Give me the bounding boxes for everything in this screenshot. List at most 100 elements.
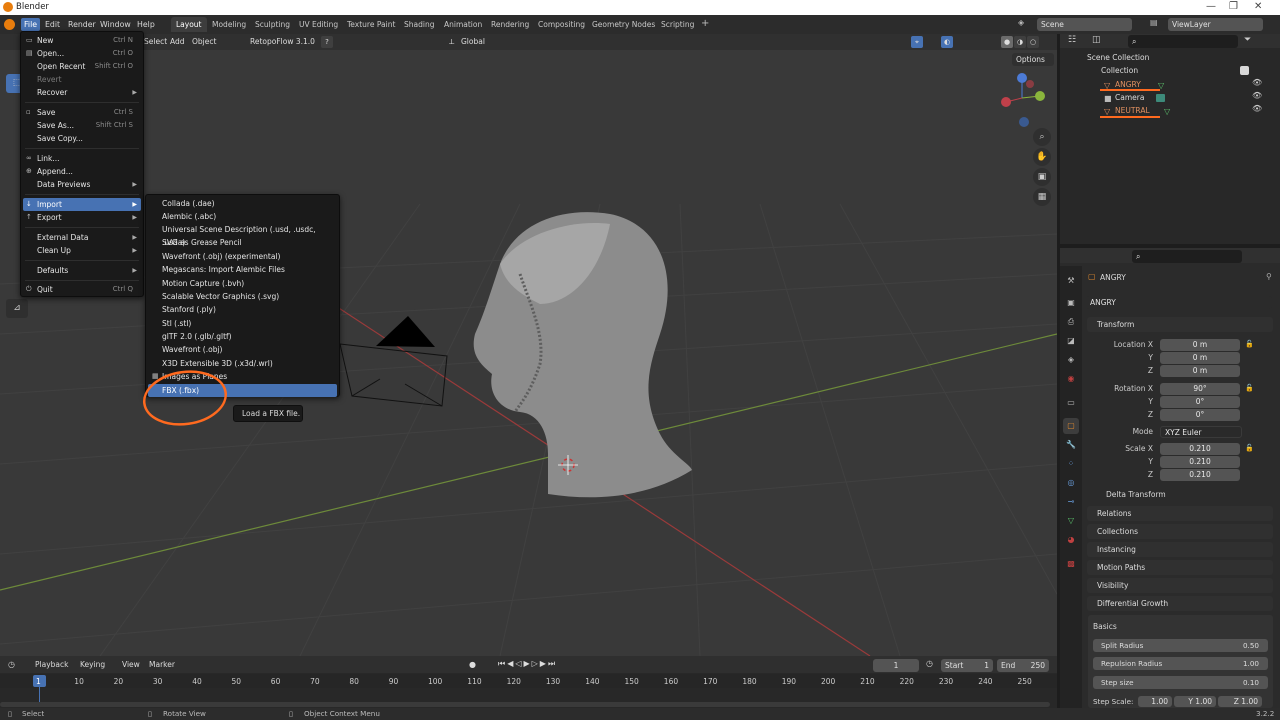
properties-search-input[interactable]: ⌕ xyxy=(1132,250,1242,263)
view-layer-field[interactable]: ViewLayer xyxy=(1168,18,1263,31)
step-size-slider[interactable]: Step size 0.10 xyxy=(1093,676,1268,689)
particles-tab-icon[interactable]: ⁘ xyxy=(1063,456,1079,472)
panel-delta-transform[interactable]: Delta Transform xyxy=(1106,490,1166,499)
import-gltf[interactable]: glTF 2.0 (.glb/.gltf) xyxy=(148,330,337,343)
import-usd[interactable]: Universal Scene Description (.usd, .usdc… xyxy=(148,223,337,247)
orientation-dropdown[interactable]: Global xyxy=(461,37,485,47)
gizmo-toggle-icon[interactable]: ⌖ xyxy=(911,36,923,48)
record-icon[interactable]: ● xyxy=(469,660,476,669)
playback-controls[interactable]: ⏮◀◁▶▷▶⏭ xyxy=(498,659,557,669)
visibility-eye-icon[interactable]: 👁 xyxy=(1252,78,1262,87)
panel-collections[interactable]: Collections xyxy=(1087,524,1273,539)
import-obj-experimental[interactable]: Wavefront (.obj) (experimental) xyxy=(148,250,337,263)
rendered-shading-icon[interactable]: ○ xyxy=(1027,36,1039,48)
panel-differential-growth[interactable]: Differential Growth xyxy=(1087,596,1273,611)
lock-icon[interactable]: 🔓 xyxy=(1245,384,1254,392)
camera-view-icon[interactable]: ▣ xyxy=(1033,168,1051,186)
menu-file[interactable]: File xyxy=(21,18,41,31)
current-frame-field[interactable]: 1 xyxy=(873,659,919,672)
add-menu[interactable]: Add xyxy=(170,37,185,47)
solid-shading-icon[interactable]: ● xyxy=(1001,36,1013,48)
rotation-y-field[interactable]: 0° xyxy=(1160,396,1240,408)
location-y-field[interactable]: 0 m xyxy=(1160,352,1240,364)
object-menu[interactable]: Object xyxy=(192,37,216,47)
lock-icon[interactable]: 🔓 xyxy=(1245,444,1254,452)
tab-uv-editing[interactable]: UV Editing xyxy=(294,17,343,32)
tab-sculpting[interactable]: Sculpting xyxy=(250,17,295,32)
panel-relations[interactable]: Relations xyxy=(1087,506,1273,521)
material-shading-icon[interactable]: ◑ xyxy=(1014,36,1026,48)
tab-layout[interactable]: Layout xyxy=(171,17,207,32)
rotation-x-field[interactable]: 90° xyxy=(1160,383,1240,395)
outliner-scene-collection[interactable]: Scene Collection xyxy=(1060,51,1280,64)
head-mesh[interactable] xyxy=(473,212,692,498)
menu-item-save-copy[interactable]: Save Copy... xyxy=(23,132,141,145)
menu-item-export[interactable]: ↑ Export ▶ xyxy=(23,211,141,224)
timeline-scrollbar[interactable] xyxy=(0,702,1050,707)
zoom-icon[interactable]: ⌕ xyxy=(1033,128,1051,146)
tab-scripting[interactable]: Scripting xyxy=(656,17,699,32)
measure-tool-icon[interactable]: ⊿ xyxy=(6,299,28,318)
maximize-icon[interactable]: ❐ xyxy=(1229,1,1238,12)
visibility-eye-icon[interactable]: 👁 xyxy=(1252,104,1262,113)
view-layer-tab-icon[interactable]: ◪ xyxy=(1063,333,1079,349)
tab-rendering[interactable]: Rendering xyxy=(486,17,534,32)
outliner-search-input[interactable]: ⌕ xyxy=(1128,35,1238,48)
visibility-eye-icon[interactable]: 👁 xyxy=(1252,91,1262,100)
tool-tab-icon[interactable]: ⚒ xyxy=(1063,273,1079,289)
material-tab-icon[interactable]: ◕ xyxy=(1063,532,1079,548)
marker-menu[interactable]: Marker xyxy=(149,660,175,670)
scene-field[interactable]: Scene xyxy=(1037,18,1132,31)
panel-visibility[interactable]: Visibility xyxy=(1087,578,1273,593)
import-stl[interactable]: Stl (.stl) xyxy=(148,317,337,330)
menu-item-quit[interactable]: ⏻ Quit Ctrl Q xyxy=(23,283,141,296)
tab-compositing[interactable]: Compositing xyxy=(533,17,590,32)
retopoflow-menu[interactable]: RetopoFlow 3.1.0 xyxy=(250,37,315,47)
close-icon[interactable]: ✕ xyxy=(1254,1,1262,12)
split-radius-slider[interactable]: Split Radius 0.50 xyxy=(1093,639,1268,652)
tab-geometry-nodes[interactable]: Geometry Nodes xyxy=(587,17,660,32)
panel-instancing[interactable]: Instancing xyxy=(1087,542,1273,557)
panel-transform[interactable]: Transform xyxy=(1087,317,1273,332)
import-svg-grease-pencil[interactable]: SVG as Grease Pencil xyxy=(148,236,337,249)
camera-object[interactable] xyxy=(339,316,448,407)
object-name-field[interactable]: ANGRY xyxy=(1086,296,1272,309)
modifier-tab-icon[interactable]: 🔧 xyxy=(1063,437,1079,453)
outliner-item-angry[interactable]: ANGRY xyxy=(1060,78,1280,91)
tab-texture-paint[interactable]: Texture Paint xyxy=(342,17,400,32)
menu-item-open-recent[interactable]: Open Recent Shift Ctrl O xyxy=(23,60,141,73)
import-obj[interactable]: Wavefront (.obj) xyxy=(148,343,337,356)
timeline-editor-icon[interactable]: ◷ xyxy=(8,660,15,669)
filter-icon[interactable]: ⏷ xyxy=(1244,35,1251,45)
data-tab-icon[interactable]: ▽ xyxy=(1063,513,1079,529)
tab-modeling[interactable]: Modeling xyxy=(207,17,251,32)
grid-view-icon[interactable]: ▦ xyxy=(1033,188,1051,206)
scale-z-field[interactable]: 0.210 xyxy=(1160,469,1240,481)
pin-icon[interactable]: ⚲ xyxy=(1266,272,1272,281)
collection-tab-icon[interactable]: ▭ xyxy=(1063,395,1079,411)
keying-menu[interactable]: Keying xyxy=(80,660,105,670)
location-x-field[interactable]: 0 m xyxy=(1160,339,1240,351)
start-frame-field[interactable]: Start 1 xyxy=(941,659,993,672)
import-alembic[interactable]: Alembic (.abc) xyxy=(148,210,337,223)
scene-tab-icon[interactable]: ◈ xyxy=(1063,352,1079,368)
location-z-field[interactable]: 0 m xyxy=(1160,365,1240,377)
menu-item-data-previews[interactable]: Data Previews ▶ xyxy=(23,178,141,191)
help-icon[interactable]: ? xyxy=(321,36,333,48)
add-workspace-icon[interactable]: + xyxy=(701,18,709,29)
scene-icon[interactable]: ◈ xyxy=(1018,18,1024,27)
pan-hand-icon[interactable]: ✋ xyxy=(1033,148,1051,166)
display-mode-icon[interactable]: ◫ xyxy=(1092,35,1101,45)
import-ply[interactable]: Stanford (.ply) xyxy=(148,303,337,316)
collection-checkbox[interactable] xyxy=(1240,66,1249,75)
texture-tab-icon[interactable]: ▩ xyxy=(1063,556,1079,572)
menu-item-save[interactable]: ▫ Save Ctrl S xyxy=(23,106,141,119)
blender-menu-icon[interactable] xyxy=(4,19,15,30)
menu-item-open[interactable]: ▤ Open... Ctrl O xyxy=(23,47,141,60)
world-tab-icon[interactable]: ◉ xyxy=(1063,371,1079,387)
step-scale-z[interactable]: Z 1.00 xyxy=(1218,696,1262,707)
step-scale-x[interactable]: 1.00 xyxy=(1138,696,1172,707)
constraints-tab-icon[interactable]: ⊸ xyxy=(1063,494,1079,510)
rotation-z-field[interactable]: 0° xyxy=(1160,409,1240,421)
menu-item-clean-up[interactable]: Clean Up ▶ xyxy=(23,244,141,257)
